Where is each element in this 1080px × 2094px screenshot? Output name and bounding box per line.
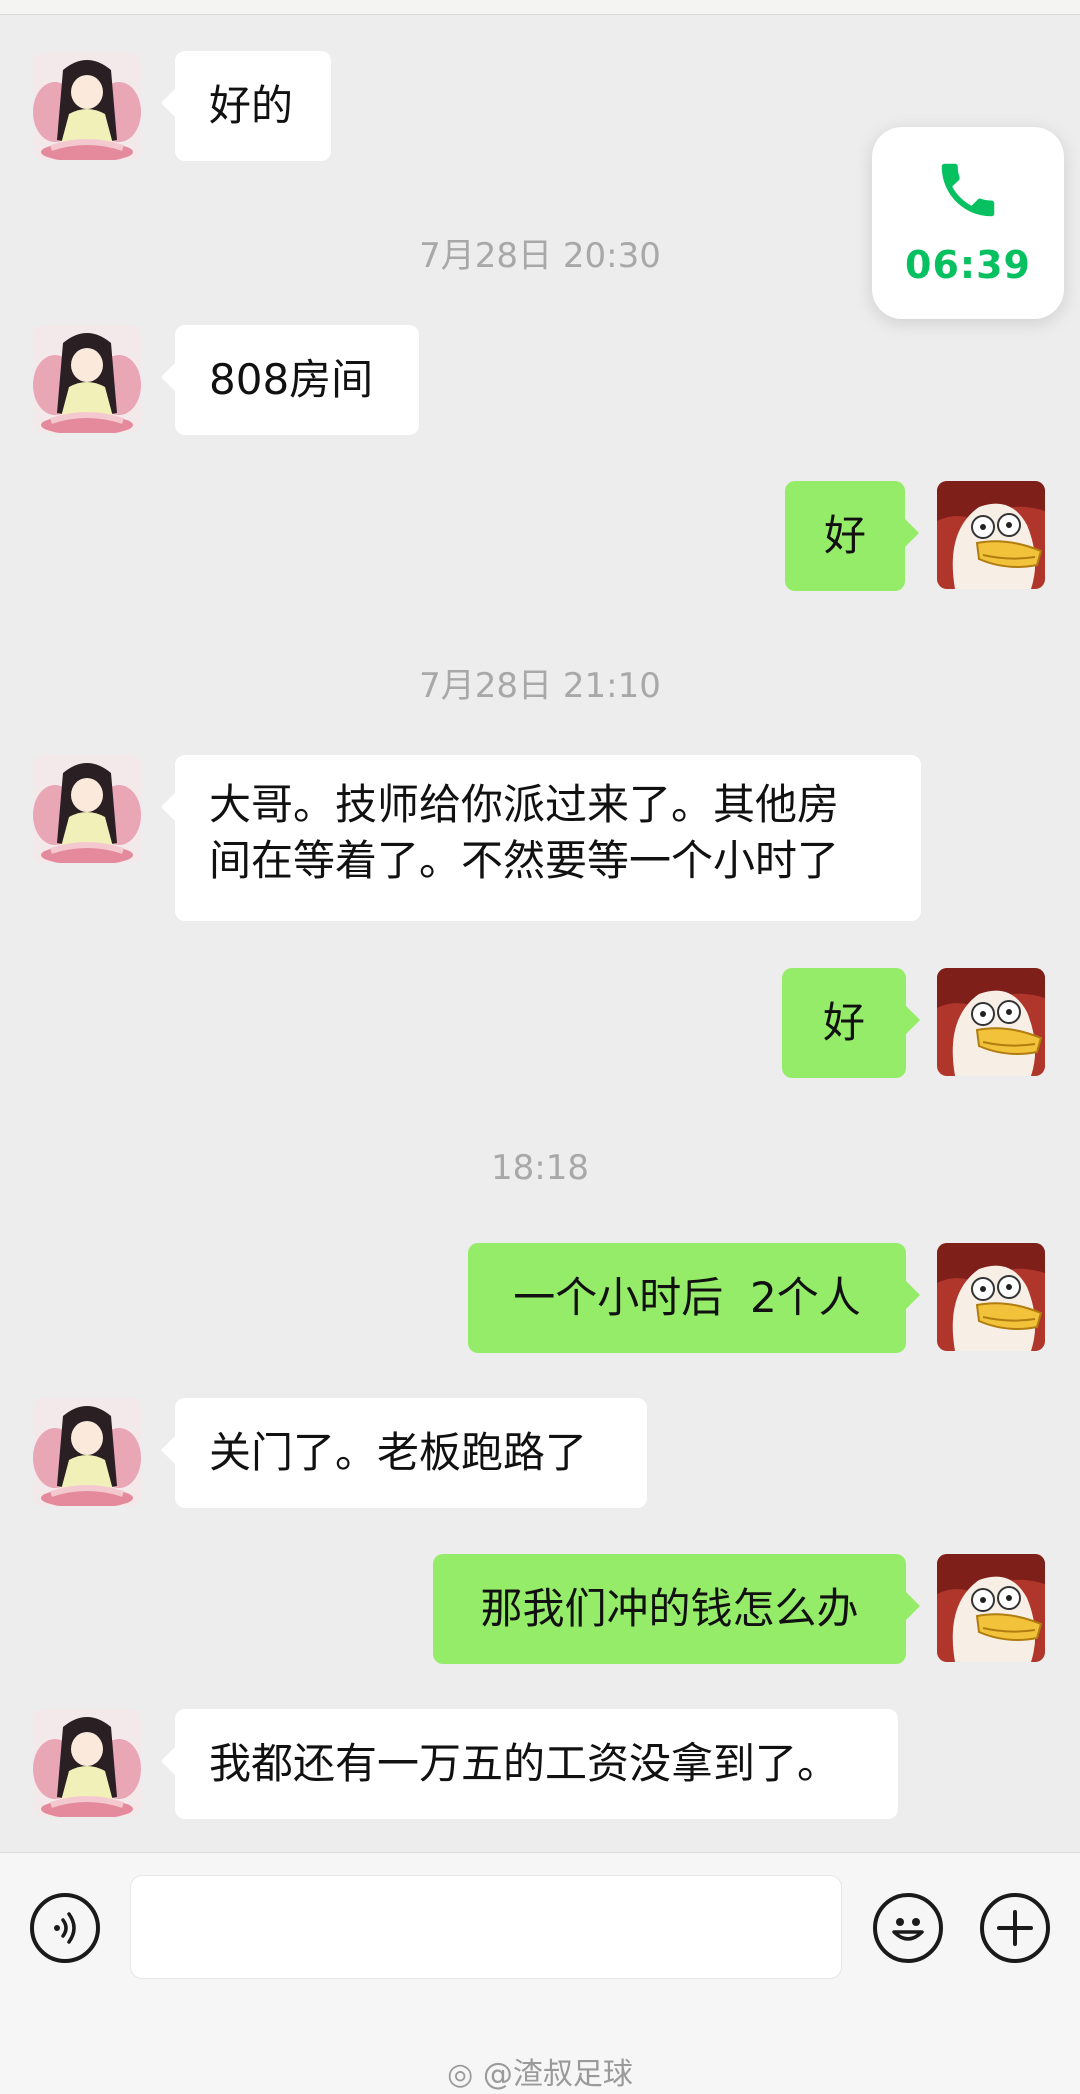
message-line: 间在等着了。不然要等一个小时了: [209, 836, 840, 885]
voice-button[interactable]: [30, 1893, 100, 1963]
message-text: 好: [823, 511, 866, 560]
message-text: 关门了。老板跑路了: [209, 1428, 588, 1477]
incoming-message[interactable]: 我都还有一万五的工资没拿到了。: [161, 1709, 898, 1819]
contact-avatar-image: [33, 325, 141, 433]
emoji-icon: [892, 1918, 924, 1941]
call-float-card[interactable]: 06:39: [872, 127, 1064, 319]
my-avatar[interactable]: [937, 481, 1045, 589]
phone-icon: [941, 163, 995, 217]
my-avatar-image: [937, 1554, 1045, 1662]
contact-avatar[interactable]: [33, 1709, 141, 1817]
my-avatar-image: [937, 481, 1045, 589]
weibo-icon: ◎: [447, 2057, 474, 2092]
timestamp: 7月28日 21:10: [419, 666, 661, 706]
message-text: 808房间: [209, 355, 374, 404]
message-text: 大哥。技师给你派过来了。其他房 间在等着了。不然要等一个小时了: [209, 777, 839, 889]
contact-avatar-image: [33, 1398, 141, 1506]
timestamp: 18:18: [491, 1148, 589, 1188]
input-bar: ◎ @渣叔足球: [0, 1852, 1080, 2094]
message-line: 大哥。技师给你派过来了。其他房: [209, 780, 840, 829]
message-text: 好的: [209, 81, 294, 130]
contact-avatar[interactable]: [33, 52, 141, 160]
incoming-message[interactable]: 大哥。技师给你派过来了。其他房 间在等着了。不然要等一个小时了: [161, 755, 921, 921]
my-avatar[interactable]: [937, 1554, 1045, 1662]
chat-area[interactable]: 好的 06:39 7月28日 20:30 808房间 好 7月28日 21:10…: [0, 0, 1080, 1852]
outgoing-message[interactable]: 好: [782, 968, 920, 1078]
message-input[interactable]: [130, 1875, 842, 1979]
my-avatar-image: [937, 968, 1045, 1076]
incoming-message[interactable]: 好的: [161, 51, 331, 161]
contact-avatar[interactable]: [33, 755, 141, 863]
contact-avatar[interactable]: [33, 1398, 141, 1506]
outgoing-message[interactable]: 那我们冲的钱怎么办: [433, 1554, 920, 1664]
my-avatar-image: [937, 1243, 1045, 1351]
outgoing-message[interactable]: 一个小时后 2个人: [468, 1243, 920, 1353]
contact-avatar-image: [33, 755, 141, 863]
my-avatar[interactable]: [937, 968, 1045, 1076]
incoming-message[interactable]: 808房间: [161, 325, 419, 435]
timestamp: 7月28日 20:30: [419, 236, 661, 276]
plus-icon: [997, 1910, 1033, 1946]
message-text: 我都还有一万五的工资没拿到了。: [209, 1739, 840, 1788]
outgoing-message[interactable]: 好: [785, 481, 919, 591]
contact-avatar[interactable]: [33, 325, 141, 433]
my-avatar[interactable]: [937, 1243, 1045, 1351]
message-text: 那我们冲的钱怎么办: [480, 1584, 859, 1633]
contact-avatar-image: [33, 52, 141, 160]
plus-button[interactable]: [980, 1893, 1050, 1963]
message-text: 好: [822, 998, 865, 1047]
message-text: 一个小时后 2个人: [513, 1273, 861, 1322]
contact-avatar-image: [33, 1709, 141, 1817]
incoming-message[interactable]: 关门了。老板跑路了: [161, 1398, 647, 1508]
emoji-button[interactable]: [873, 1893, 943, 1963]
voice-icon: [54, 1912, 76, 1944]
watermark: ◎ @渣叔足球: [0, 2049, 1080, 2093]
watermark-text: @渣叔足球: [482, 2057, 633, 2092]
